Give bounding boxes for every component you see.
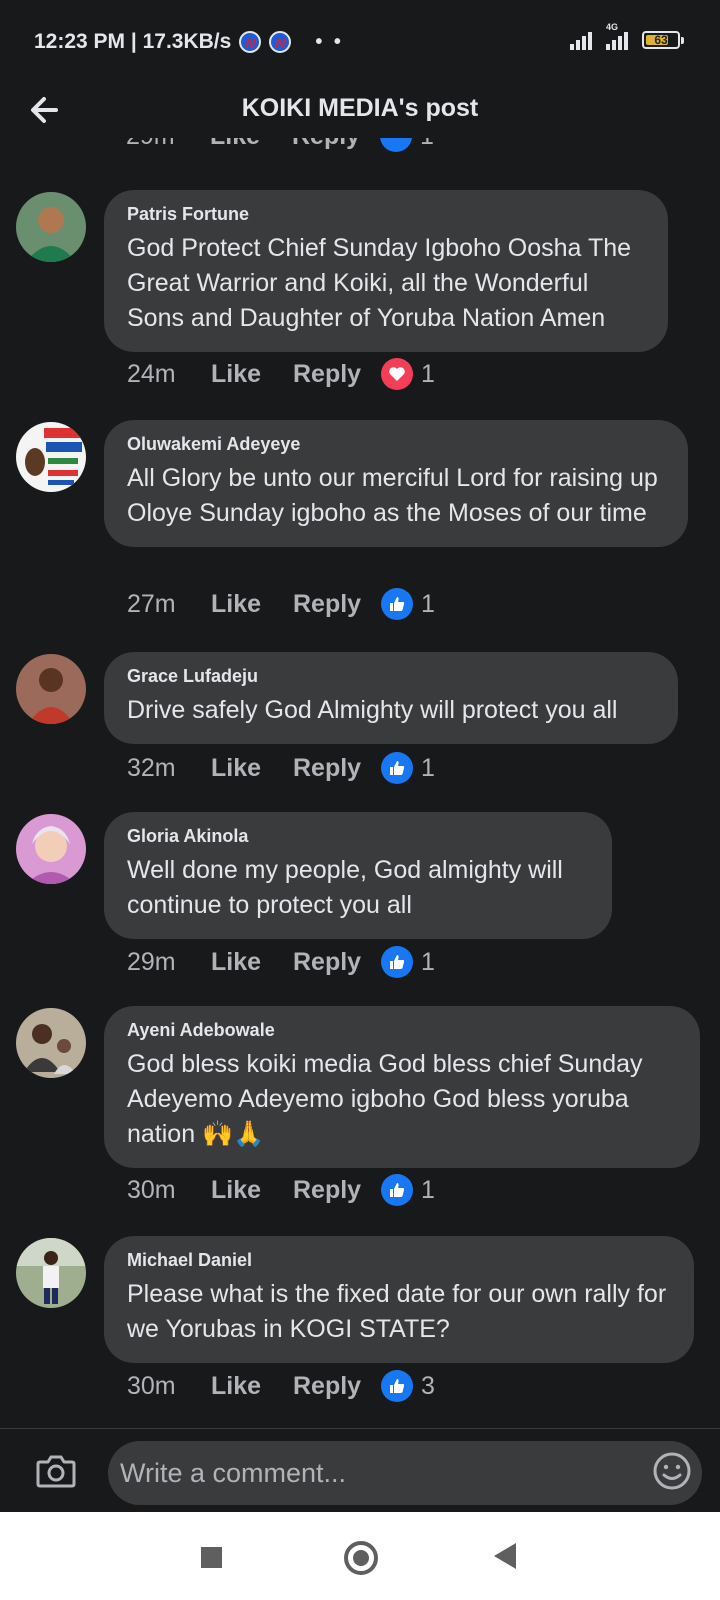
like-reaction-icon[interactable] bbox=[381, 1370, 413, 1402]
signal-4g-icon: 4G bbox=[606, 22, 628, 50]
smiley-icon bbox=[653, 1452, 691, 1490]
reaction-count: 1 bbox=[421, 1175, 435, 1204]
status-bar: 12:23 PM | 17.3KB/s N N • • 4G 63 bbox=[0, 0, 720, 84]
network-type-label: 4G bbox=[606, 22, 619, 32]
like-reaction-icon bbox=[380, 138, 412, 152]
comment-author[interactable]: Oluwakemi Adeyeye bbox=[127, 434, 666, 455]
comment-author[interactable]: Michael Daniel bbox=[127, 1250, 672, 1271]
like-reaction-icon[interactable] bbox=[381, 752, 413, 784]
like-button[interactable]: Like bbox=[211, 948, 293, 977]
reaction-count: 1 bbox=[420, 138, 434, 151]
comment-actions: 32m Like Reply 1 bbox=[127, 752, 435, 784]
avatar[interactable] bbox=[16, 192, 86, 262]
love-reaction-icon[interactable] bbox=[381, 358, 413, 390]
comment-bubble[interactable]: Michael Daniel Please what is the fixed … bbox=[104, 1236, 694, 1363]
comment-actions: 30m Like Reply 3 bbox=[127, 1370, 435, 1402]
home-icon[interactable] bbox=[344, 1541, 378, 1575]
comment-actions: 29m Like Reply 1 bbox=[127, 946, 435, 978]
like-button[interactable]: Like bbox=[211, 590, 293, 619]
reply-button[interactable]: Reply bbox=[293, 1176, 381, 1205]
camera-icon bbox=[36, 1455, 76, 1488]
reaction-count: 1 bbox=[421, 947, 435, 976]
reply-button[interactable]: Reply bbox=[293, 590, 381, 619]
reply-button[interactable]: Reply bbox=[293, 1372, 381, 1401]
status-time: 12:23 PM | 17.3KB/s bbox=[34, 30, 232, 53]
status-right: 4G 63 bbox=[570, 22, 684, 50]
comment-author[interactable]: Grace Lufadeju bbox=[127, 666, 656, 687]
camera-button[interactable] bbox=[34, 1449, 78, 1493]
like-button[interactable]: Like bbox=[210, 138, 292, 151]
comment-author[interactable]: Ayeni Adebowale bbox=[127, 1020, 678, 1041]
comment-actions: 27m Like Reply 1 bbox=[127, 588, 435, 620]
like-reaction-icon[interactable] bbox=[381, 588, 413, 620]
comment-time: 29m bbox=[126, 138, 210, 151]
comment-composer: Write a comment... bbox=[0, 1428, 720, 1513]
more-notifications-icon: • • bbox=[315, 30, 344, 53]
comment-text: Please what is the fixed date for our ow… bbox=[127, 1280, 667, 1343]
comment-time: 29m bbox=[127, 947, 176, 976]
comment-bubble[interactable]: Ayeni Adebowale God bless koiki media Go… bbox=[104, 1006, 700, 1168]
avatar[interactable] bbox=[16, 814, 86, 884]
reply-button[interactable]: Reply bbox=[293, 360, 381, 389]
comment-time: 32m bbox=[127, 753, 176, 782]
comment-time: 24m bbox=[127, 359, 176, 388]
reply-button[interactable]: Reply bbox=[293, 754, 381, 783]
comment-time: 27m bbox=[127, 589, 176, 618]
comment-actions: 30m Like Reply 1 bbox=[127, 1174, 435, 1206]
battery-icon: 63 bbox=[642, 31, 684, 49]
comment-bubble[interactable]: Oluwakemi Adeyeye All Glory be unto our … bbox=[104, 420, 688, 547]
avatar[interactable] bbox=[16, 422, 86, 492]
comment-time: 30m bbox=[127, 1175, 176, 1204]
reaction-count: 1 bbox=[421, 359, 435, 388]
comment-bubble[interactable]: Patris Fortune God Protect Chief Sunday … bbox=[104, 190, 668, 352]
status-left: 12:23 PM | 17.3KB/s N N • • bbox=[34, 30, 344, 54]
reply-button[interactable]: Reply bbox=[293, 948, 381, 977]
like-reaction-icon[interactable] bbox=[381, 946, 413, 978]
comment-bubble[interactable]: Gloria Akinola Well done my people, God … bbox=[104, 812, 612, 939]
avatar[interactable] bbox=[16, 1238, 86, 1308]
comment-author[interactable]: Patris Fortune bbox=[127, 204, 646, 225]
reply-button[interactable]: Reply bbox=[292, 138, 380, 151]
like-reaction-icon[interactable] bbox=[381, 1174, 413, 1206]
comment-text: God bless koiki media God bless chief Su… bbox=[127, 1050, 643, 1148]
battery-level: 63 bbox=[654, 33, 668, 47]
notification-badge-icon: N bbox=[239, 31, 262, 53]
reaction-count: 1 bbox=[421, 753, 435, 782]
avatar[interactable] bbox=[16, 1008, 86, 1078]
like-button[interactable]: Like bbox=[211, 1176, 293, 1205]
comment-input-placeholder: Write a comment... bbox=[120, 1457, 347, 1488]
comment-text: God Protect Chief Sunday Igboho Oosha Th… bbox=[127, 234, 632, 332]
like-button[interactable]: Like bbox=[211, 360, 293, 389]
reaction-count: 3 bbox=[421, 1371, 435, 1400]
like-button[interactable]: Like bbox=[211, 754, 293, 783]
post-header: KOIKI MEDIA's post bbox=[0, 84, 720, 142]
comment-bubble[interactable]: Grace Lufadeju Drive safely God Almighty… bbox=[104, 652, 678, 744]
comment-text: Well done my people, God almighty will c… bbox=[127, 856, 563, 919]
notification-badge-icon: N bbox=[269, 31, 292, 53]
comment-author[interactable]: Gloria Akinola bbox=[127, 826, 590, 847]
comment-input[interactable]: Write a comment... bbox=[108, 1441, 702, 1505]
comment-text: All Glory be unto our merciful Lord for … bbox=[127, 464, 658, 527]
partial-comment-actions: 29m Like Reply 1 bbox=[126, 138, 526, 168]
page-title: KOIKI MEDIA's post bbox=[241, 94, 479, 122]
recent-apps-icon[interactable] bbox=[201, 1547, 222, 1568]
signal-icon bbox=[570, 30, 592, 50]
reaction-count: 1 bbox=[421, 589, 435, 618]
back-triangle-icon[interactable] bbox=[494, 1543, 516, 1569]
comment-text: Drive safely God Almighty will protect y… bbox=[127, 696, 618, 724]
comment-time: 30m bbox=[127, 1371, 176, 1400]
comment-actions: 24m Like Reply 1 bbox=[127, 358, 435, 390]
like-button[interactable]: Like bbox=[211, 1372, 293, 1401]
system-nav-bar bbox=[0, 1512, 720, 1600]
avatar[interactable] bbox=[16, 654, 86, 724]
emoji-button[interactable] bbox=[652, 1451, 692, 1491]
